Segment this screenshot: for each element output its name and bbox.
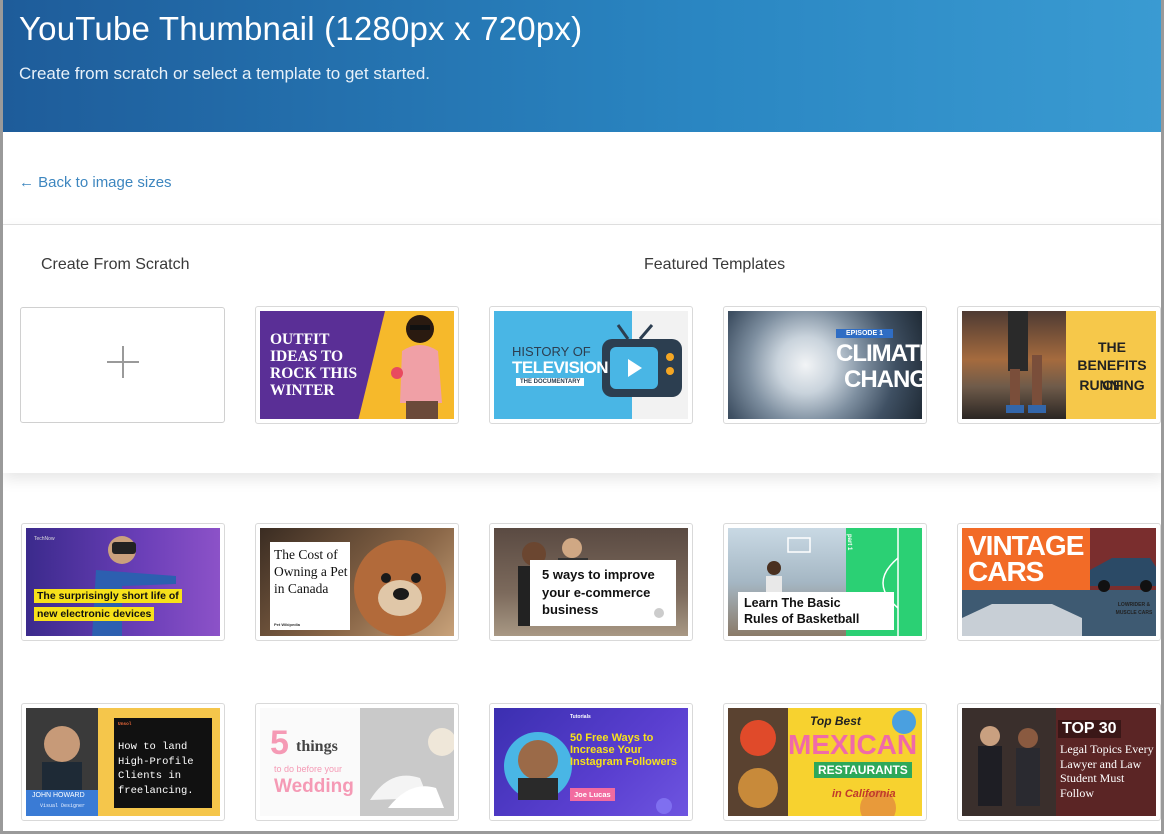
basketball-line1: Learn The Basic — [744, 596, 841, 610]
tv-line3: THE DOCUMENTARY — [516, 378, 585, 386]
instagram-text: 50 Free Ways to Increase Your Instagram … — [570, 732, 677, 768]
ecommerce-text: 5 ways to improve your e-commerce busine… — [542, 567, 655, 617]
devices-line2: new electronic devices — [34, 607, 155, 621]
plus-icon — [107, 346, 139, 378]
template-vintage-cars[interactable]: VINTAGE CARS LOWRIDER & MUSCLE CARS — [957, 523, 1161, 641]
template-history-of-television[interactable]: HISTORY OF TELEVISION THE DOCUMENTARY — [489, 306, 693, 424]
template-legal-topics[interactable]: TOP 30 Legal Topics Every Lawyer and Law… — [957, 703, 1161, 821]
freelance-text: How to land High-Profile Clients in free… — [118, 741, 194, 797]
wedding-num: 5 — [270, 724, 289, 762]
mexican-line1: MEXICAN — [788, 729, 918, 760]
climate-badge: EPISODE 1 — [836, 329, 893, 338]
template-basketball[interactable]: part 1 Learn The Basic Rules of Basketba… — [723, 523, 927, 641]
legal-text: Legal Topics Every Lawyer and Law Studen… — [1060, 742, 1154, 800]
basketball-line2: Rules of Basketball — [744, 612, 860, 626]
cars-line2: CARS — [968, 556, 1044, 587]
running-line1: THE — [1098, 339, 1126, 355]
template-mexican-restaurants[interactable]: Top Best MEXICAN RESTAURANTS in Californ… — [723, 703, 927, 821]
wedding-word: things — [296, 738, 338, 755]
instagram-name: Joe Lucas — [570, 788, 615, 801]
create-from-scratch-heading: Create From Scratch — [41, 256, 190, 273]
tv-line1: HISTORY OF — [512, 344, 591, 359]
page-header: YouTube Thumbnail (1280px x 720px) Creat… — [3, 0, 1161, 132]
freelance-tag: Unsol — [118, 722, 132, 727]
cars-sub1: LOWRIDER & — [1117, 602, 1151, 608]
shoes-art — [360, 708, 454, 816]
wedding-sub: to do before your — [274, 764, 343, 774]
mexican-top: Top Best — [810, 714, 861, 728]
template-ecommerce[interactable]: 5 ways to improve your e-commerce busine… — [489, 523, 693, 641]
mexican-line3: in California — [832, 788, 896, 800]
instagram-tag: Tutorials — [570, 714, 591, 720]
create-from-scratch-card[interactable] — [20, 307, 225, 423]
pet-text: The Cost of Owning a Pet in Canada — [274, 547, 348, 596]
template-freelancing[interactable]: Unsol How to land High-Profile Clients i… — [21, 703, 225, 821]
climate-line1: CLIMATE — [836, 340, 922, 367]
freelance-name: JOHN HOWARD — [32, 792, 85, 799]
tv-line2: TELEVISION — [512, 358, 609, 377]
basketball-side: part 1 — [846, 534, 852, 551]
page-subtitle: Create from scratch or select a template… — [19, 64, 431, 83]
running-line3: RUNNING — [1079, 377, 1145, 393]
pet-footer: Pet Wikipedia — [274, 622, 300, 627]
featured-templates-heading: Featured Templates — [644, 256, 786, 273]
template-wedding[interactable]: 5 things to do before your Wedding — [255, 703, 459, 821]
template-benefits-of-running[interactable]: THE BENEFITS OF RUNNING — [957, 306, 1161, 424]
climate-line2: CHANGE — [844, 366, 922, 393]
back-to-image-sizes-link[interactable]: ← Back to image sizes — [19, 174, 172, 191]
devices-line1: The surprisingly short life of — [34, 589, 182, 603]
template-instagram[interactable]: Tutorials 50 Free Ways to Increase Your … — [489, 703, 693, 821]
wedding-title: Wedding — [274, 776, 354, 797]
page-title: YouTube Thumbnail (1280px x 720px) — [19, 10, 583, 47]
template-outfit-ideas[interactable]: OUTFIT IDEAS TO ROCK THIS WINTER — [255, 306, 459, 424]
devices-brand: TechNow — [34, 536, 55, 542]
mexican-line2: RESTAURANTS — [814, 762, 912, 778]
legal-top: TOP 30 — [1058, 720, 1121, 738]
template-climate-change[interactable]: EPISODE 1 CLIMATE CHANGE — [723, 306, 927, 424]
freelance-role: Visual Designer — [40, 803, 86, 809]
outfit-text: OUTFIT IDEAS TO ROCK THIS WINTER — [270, 331, 358, 399]
template-electronic-devices[interactable]: TechNow The surprisingly short life of n… — [21, 523, 225, 641]
cars-sub2: MUSCLE CARS — [1115, 610, 1153, 616]
template-cost-of-owning-pet[interactable]: The Cost of Owning a Pet in Canada Pet W… — [255, 523, 459, 641]
app-frame: YouTube Thumbnail (1280px x 720px) Creat… — [0, 0, 1164, 834]
